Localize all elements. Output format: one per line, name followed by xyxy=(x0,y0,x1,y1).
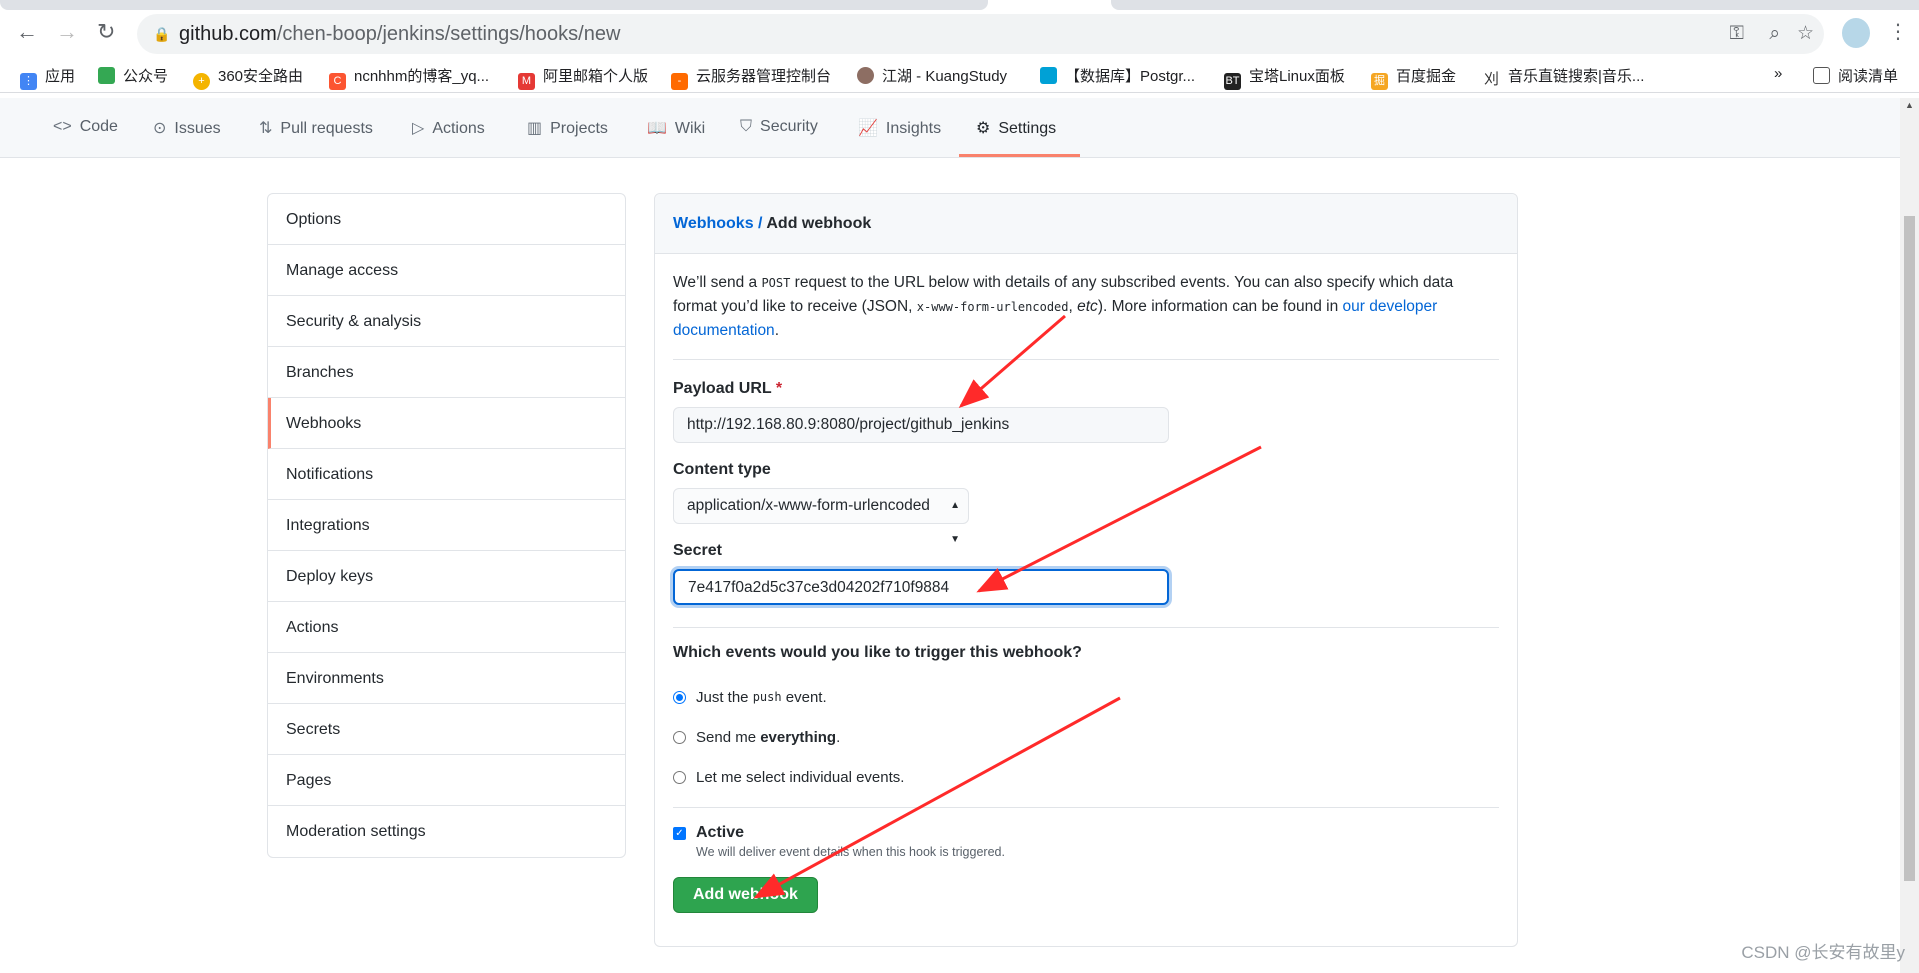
scroll-up-icon[interactable]: ▲ xyxy=(1905,100,1914,110)
breadcrumb: Webhooks / Add webhook xyxy=(655,194,1517,254)
tab-issues[interactable]: ⊙ Issues xyxy=(153,118,221,138)
add-webhook-button[interactable]: Add webhook xyxy=(673,877,818,913)
tab-security[interactable]: ⛉ Security xyxy=(740,118,818,136)
sidebar-item-manage-access[interactable]: Manage access xyxy=(268,245,625,296)
page-title: Add webhook xyxy=(766,215,872,232)
checkmark-icon[interactable]: ✓ xyxy=(673,826,686,840)
address-bar-row: ← → ↻ 🔒 github.com/chen-boop/jenkins/set… xyxy=(0,13,1919,55)
active-checkbox[interactable]: ✓ Active xyxy=(673,824,1499,842)
sidebar-item-secrets[interactable]: Secrets xyxy=(268,704,625,755)
shield-icon: ⛉ xyxy=(740,118,753,135)
bookmark[interactable]: 公众号 xyxy=(98,65,168,86)
menu-icon[interactable]: ⋮ xyxy=(1888,19,1908,44)
add-webhook-panel: Webhooks / Add webhook We’ll send a POST… xyxy=(654,193,1518,947)
sidebar-item-notifications[interactable]: Notifications xyxy=(268,449,625,500)
code-icon: <> xyxy=(53,118,72,135)
radio-selected[interactable] xyxy=(673,690,686,704)
content-type-label: Content type xyxy=(673,461,771,478)
divider xyxy=(673,807,1499,808)
bookmark[interactable]: M 阿里邮箱个人版 xyxy=(518,65,648,90)
active-tab-underline xyxy=(959,154,1080,157)
lock-icon: 🔒 xyxy=(153,26,171,42)
sidebar-item-options[interactable]: Options xyxy=(268,194,625,245)
forward-icon[interactable]: → xyxy=(56,19,78,45)
tab-code[interactable]: <> Code xyxy=(53,118,118,136)
content-type-select[interactable]: application/x-www-form-urlencoded ▲ ▼ xyxy=(673,488,969,545)
back-icon[interactable]: ← xyxy=(16,19,38,45)
secret-input[interactable]: 7e417f0a2d5c37ce3d04202f710f9884 xyxy=(673,569,1169,605)
key-icon[interactable]: ⚿ xyxy=(1730,14,1744,54)
sidebar-item-pages[interactable]: Pages xyxy=(268,755,625,806)
select-caret-icon: ▲ ▼ xyxy=(950,500,960,545)
bookmark[interactable]: 【数据库】Postgr... xyxy=(1040,65,1195,86)
sidebar-item-deploy-keys[interactable]: Deploy keys xyxy=(268,551,625,602)
radio-individual-events[interactable]: Let me select individual events. xyxy=(673,757,1499,797)
sidebar-item-actions[interactable]: Actions xyxy=(268,602,625,653)
settings-sidebar: Options Manage access Security & analysi… xyxy=(267,193,626,858)
sidebar-item-moderation-settings[interactable]: Moderation settings xyxy=(268,806,625,857)
project-icon: ▥ xyxy=(527,120,543,137)
gear-icon: ⚙ xyxy=(976,120,991,137)
radio-everything[interactable]: Send me everything. xyxy=(673,717,1499,757)
play-icon: ▷ xyxy=(412,120,425,137)
bookmark[interactable]: BT 宝塔Linux面板 xyxy=(1224,65,1345,90)
book-icon: 📖 xyxy=(647,120,667,137)
pull-request-icon: ⇅ xyxy=(259,120,273,137)
payload-url-input[interactable]: http://192.168.80.9:8080/project/github_… xyxy=(673,407,1169,443)
divider xyxy=(673,627,1499,628)
divider xyxy=(673,359,1499,360)
radio-push-event[interactable]: Just the push event. xyxy=(673,677,1499,717)
bookmark[interactable]: - 云服务器管理控制台 xyxy=(671,65,831,90)
sidebar-item-security-analysis[interactable]: Security & analysis xyxy=(268,296,625,347)
sidebar-item-webhooks[interactable]: Webhooks xyxy=(268,398,625,449)
sidebar-item-branches[interactable]: Branches xyxy=(268,347,625,398)
payload-url-label: Payload URL * xyxy=(673,380,783,397)
secret-label: Secret xyxy=(673,542,722,559)
reading-list[interactable]: 阅读清单 xyxy=(1813,65,1898,86)
tab-actions[interactable]: ▷ Actions xyxy=(412,118,485,138)
bookmarks-overflow[interactable]: » xyxy=(1774,65,1782,82)
bookmark[interactable]: Cncnhhm的博客_yq... xyxy=(329,65,489,90)
sidebar-item-integrations[interactable]: Integrations xyxy=(268,500,625,551)
bookmarks-bar: ⋮ 应用 公众号 +360安全路由 Cncnhhm的博客_yq... M 阿里邮箱个… xyxy=(0,57,1919,93)
profile-avatar[interactable] xyxy=(1842,18,1870,48)
bookmark[interactable]: +360安全路由 xyxy=(193,65,303,90)
bookmark[interactable]: 掘百度掘金 xyxy=(1371,65,1456,90)
reload-icon[interactable]: ↻ xyxy=(97,19,115,45)
bookmark[interactable]: 刈音乐直链搜索|音乐... xyxy=(1483,65,1644,88)
description: We’ll send a POST request to the URL bel… xyxy=(673,274,1454,339)
sidebar-item-environments[interactable]: Environments xyxy=(268,653,625,704)
events-question: Which events would you like to trigger t… xyxy=(673,644,1082,661)
watermark: CSDN @长安有故里y xyxy=(1741,943,1905,962)
webhooks-link[interactable]: Webhooks xyxy=(673,215,754,232)
url-input[interactable]: 🔒 github.com/chen-boop/jenkins/settings/… xyxy=(137,14,1824,54)
tab-insights[interactable]: 📈 Insights xyxy=(858,118,941,138)
tab-wiki[interactable]: 📖 Wiki xyxy=(647,118,705,138)
bookmark[interactable]: ⋮ 应用 xyxy=(20,65,75,90)
active-note: We will deliver event details when this … xyxy=(696,845,1005,859)
issue-icon: ⊙ xyxy=(153,120,167,137)
star-icon[interactable]: ☆ xyxy=(1797,14,1814,54)
tab-projects[interactable]: ▥ Projects xyxy=(527,118,608,138)
tab-settings[interactable]: ⚙ Settings xyxy=(976,118,1056,138)
graph-icon: 📈 xyxy=(858,120,878,137)
repo-nav: <> Code ⊙ Issues ⇅ Pull requests ▷ Actions ▥… xyxy=(0,98,1900,158)
bookmark[interactable]: 江湖 - KuangStudy xyxy=(857,65,1007,86)
browser-tab-strip[interactable] xyxy=(0,0,1919,13)
page-scrollbar[interactable]: ▲ xyxy=(1900,98,1919,973)
zoom-icon[interactable]: ⌕ xyxy=(1769,14,1780,54)
tab-pull-requests[interactable]: ⇅ Pull requests xyxy=(259,118,373,138)
